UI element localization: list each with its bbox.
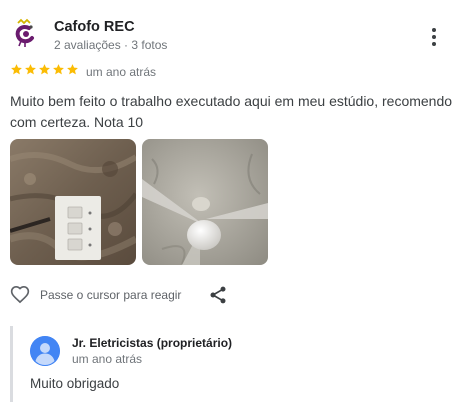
reviewer-name[interactable]: Cafofo REC bbox=[54, 19, 135, 35]
star-icon bbox=[11, 64, 22, 75]
rating-stars bbox=[10, 63, 79, 76]
review-photo-1[interactable] bbox=[10, 139, 136, 265]
cafofo-logo-icon bbox=[9, 17, 41, 49]
owner-reply-date: um ano atrás bbox=[72, 352, 143, 366]
more-options-button[interactable] bbox=[424, 26, 444, 48]
heart-outline-icon[interactable] bbox=[10, 285, 30, 305]
star-icon bbox=[53, 64, 64, 75]
review-card: Cafofo REC 2 avaliações · 3 fotos um ano… bbox=[0, 0, 464, 407]
reaction-hint: Passe o cursor para reagir bbox=[40, 288, 182, 302]
person-icon bbox=[30, 336, 60, 366]
share-icon[interactable] bbox=[208, 285, 228, 305]
owner-avatar[interactable] bbox=[30, 336, 60, 366]
owner-reply-text: Muito obrigado bbox=[30, 376, 120, 391]
reviewer-meta: 2 avaliações · 3 fotos bbox=[54, 38, 168, 52]
star-icon bbox=[25, 64, 36, 75]
star-icon bbox=[67, 64, 78, 75]
light-switch-photo bbox=[10, 139, 136, 265]
review-date: um ano atrás bbox=[86, 65, 157, 79]
more-vertical-icon bbox=[432, 28, 436, 32]
review-photo-2[interactable] bbox=[142, 139, 268, 265]
review-actions: Passe o cursor para reagir bbox=[10, 284, 250, 306]
ceiling-fan-photo bbox=[142, 139, 268, 265]
owner-reply: Jr. Eletricistas (proprietário) um ano a… bbox=[10, 326, 458, 402]
reviewer-avatar[interactable] bbox=[9, 17, 41, 49]
star-icon bbox=[39, 64, 50, 75]
owner-name: Jr. Eletricistas (proprietário) bbox=[72, 336, 233, 350]
review-text: Muito bem feito o trabalho executado aqu… bbox=[10, 93, 453, 130]
